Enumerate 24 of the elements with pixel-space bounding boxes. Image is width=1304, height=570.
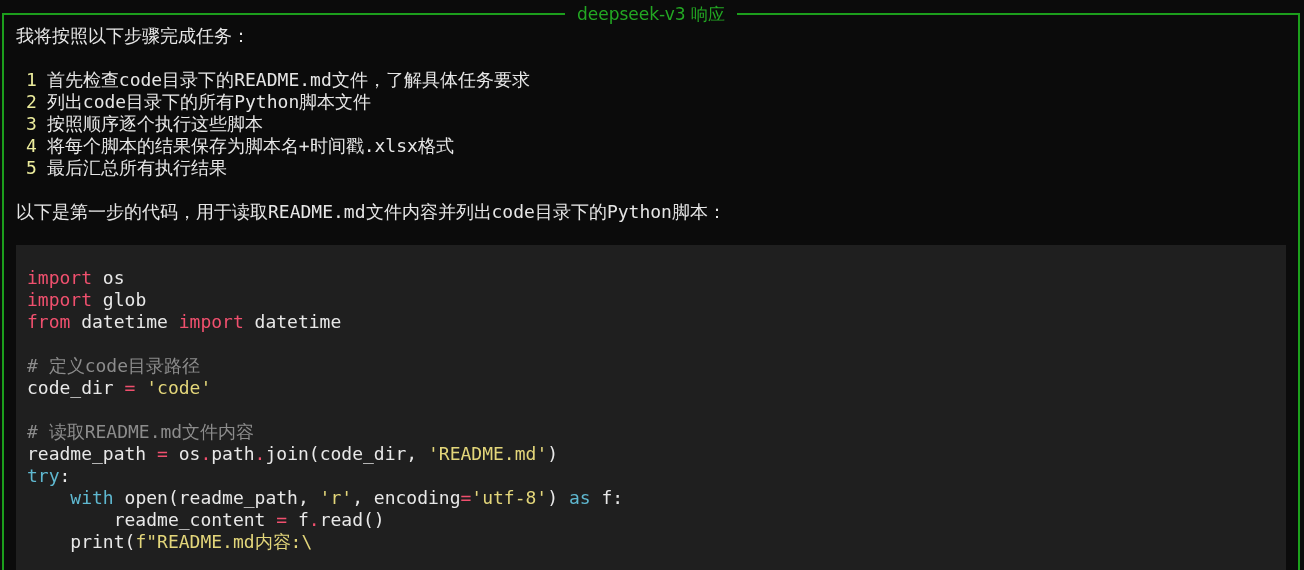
code-line: import glob bbox=[27, 289, 148, 311]
step-number: 4 bbox=[26, 135, 37, 157]
step-number: 3 bbox=[26, 113, 37, 135]
step-text: 首先检查code目录下的README.md文件，了解具体任务要求 bbox=[46, 69, 530, 91]
code-line: # 读取README.md文件内容 bbox=[27, 421, 256, 443]
lead-text: 以下是第一步的代码，用于读取README.md文件内容并列出code目录下的Python脚本： bbox=[16, 201, 727, 223]
code-line: print(f"README.md内容:\ bbox=[69, 531, 314, 553]
code-line: import os bbox=[27, 267, 126, 289]
code-line: readme_content = f.read() bbox=[112, 509, 386, 531]
code-line: with open(readme_path, 'r', encoding='utf-8') as f: bbox=[69, 487, 625, 509]
step-number: 5 bbox=[26, 157, 37, 179]
code-line: readme_path = os.path.join(code_dir, 'README.md') bbox=[27, 443, 560, 465]
code-line: code_dir = 'code' bbox=[27, 377, 213, 399]
step-text: 将每个脚本的结果保存为脚本名+时间戳.xlsx格式 bbox=[46, 135, 454, 157]
step-number: 1 bbox=[26, 69, 37, 91]
step-text: 按照顺序逐个执行这些脚本 bbox=[46, 113, 263, 135]
panel-title: deepseek-v3 响应 bbox=[575, 4, 727, 24]
intro-text: 我将按照以下步骤完成任务： bbox=[16, 25, 251, 47]
step-text: 列出code目录下的所有Python脚本文件 bbox=[46, 91, 372, 113]
step-text: 最后汇总所有执行结果 bbox=[46, 157, 227, 179]
code-line: from datetime import datetime bbox=[27, 311, 343, 333]
step-number: 2 bbox=[26, 91, 37, 113]
code-line: try: bbox=[27, 465, 72, 487]
code-line: # 定义code目录路径 bbox=[27, 355, 202, 377]
